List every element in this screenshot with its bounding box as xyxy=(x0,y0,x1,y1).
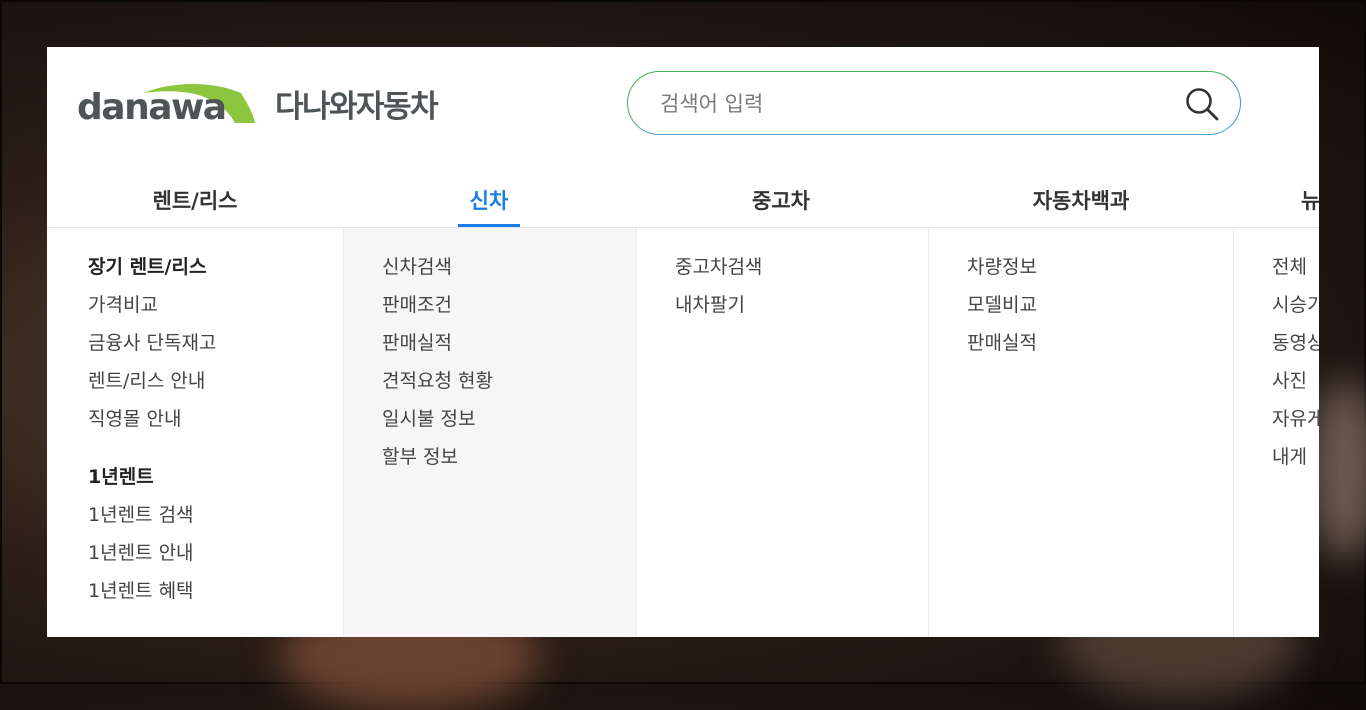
dropdown-item[interactable]: 견적요청 현황 xyxy=(382,362,636,400)
nav-tab-new-car[interactable]: 신차 xyxy=(458,173,520,228)
dropdown-item[interactable]: 1년렌트 검색 xyxy=(88,496,343,534)
nav-tab-car-encyclopedia[interactable]: 자동차백과 xyxy=(981,173,1181,227)
danawa-menu-panel: danawa 다나와자동차 렌트/리스 신차 중고차 자동차백과 뉴 xyxy=(47,47,1319,637)
dropdown-item[interactable]: 자유게 xyxy=(1272,400,1319,438)
nav-tab-label: 신차 xyxy=(469,189,509,213)
logo-wordmark: danawa xyxy=(77,87,227,128)
dropdown-column-new-car: 신차검색 판매조건 판매실적 견적요청 현황 일시불 정보 할부 정보 xyxy=(344,228,637,637)
search-box xyxy=(627,71,1241,135)
dropdown-item[interactable]: 1년렌트 안내 xyxy=(88,534,343,572)
dropdown-item[interactable]: 신차검색 xyxy=(382,248,636,286)
dropdown-item[interactable]: 직영몰 안내 xyxy=(88,400,343,438)
dropdown-group: 차량정보 모델비교 판매실적 xyxy=(967,248,1233,362)
dropdown-column-used-car: 중고차검색 내차팔기 xyxy=(637,228,929,637)
dropdown-item[interactable]: 판매실적 xyxy=(967,324,1233,362)
dropdown-item[interactable]: 렌트/리스 안내 xyxy=(88,362,343,400)
dropdown-item[interactable]: 모델비교 xyxy=(967,286,1233,324)
dropdown-item[interactable]: 동영상 xyxy=(1272,324,1319,362)
dropdown-item[interactable]: 내차팔기 xyxy=(675,286,928,324)
main-nav: 렌트/리스 신차 중고차 자동차백과 뉴 xyxy=(47,173,1319,228)
dropdown-column-car-encyclopedia: 차량정보 모델비교 판매실적 xyxy=(929,228,1234,637)
dropdown-item[interactable]: 판매실적 xyxy=(382,324,636,362)
dropdown-column-news: 전체 시승기 동영상 사진 자유게 내게 xyxy=(1234,228,1319,637)
danawa-logo[interactable]: danawa 다나와자동차 xyxy=(77,83,477,128)
dropdown-group: 신차검색 판매조건 판매실적 견적요청 현황 일시불 정보 할부 정보 xyxy=(382,248,636,476)
dropdown-item[interactable]: 전체 xyxy=(1272,248,1319,286)
nav-tab-label: 렌트/리스 xyxy=(152,189,238,213)
dropdown-item[interactable]: 중고차검색 xyxy=(675,248,928,286)
dropdown-item[interactable]: 시승기 xyxy=(1272,286,1319,324)
nav-tab-label: 중고차 xyxy=(752,189,810,213)
dropdown-group: 장기 렌트/리스 가격비교 금융사 단독재고 렌트/리스 안내 직영몰 안내 xyxy=(88,248,343,438)
dropdown-item[interactable]: 금융사 단독재고 xyxy=(88,324,343,362)
dropdown-item[interactable]: 1년렌트 혜택 xyxy=(88,572,343,610)
dropdown-heading[interactable]: 1년렌트 xyxy=(88,458,343,496)
dropdown-column-rent-lease: 장기 렌트/리스 가격비교 금융사 단독재고 렌트/리스 안내 직영몰 안내 1… xyxy=(47,228,344,637)
search-button[interactable] xyxy=(1184,86,1220,122)
dropdown-item[interactable]: 가격비교 xyxy=(88,286,343,324)
nav-tab-label: 자동차백과 xyxy=(1032,189,1130,213)
dropdown-heading[interactable]: 장기 렌트/리스 xyxy=(88,248,343,286)
dropdown-item[interactable]: 판매조건 xyxy=(382,286,636,324)
dropdown-group: 중고차검색 내차팔기 xyxy=(675,248,928,324)
nav-tab-label: 뉴 xyxy=(1301,189,1319,213)
nav-tab-news[interactable]: 뉴 xyxy=(1301,173,1319,227)
dropdown-item[interactable]: 차량정보 xyxy=(967,248,1233,286)
dropdown-group: 전체 시승기 동영상 사진 자유게 내게 xyxy=(1272,248,1319,476)
site-name: 다나와자동차 xyxy=(275,88,439,125)
dropdown-group: 1년렌트 1년렌트 검색 1년렌트 안내 1년렌트 혜택 xyxy=(88,458,343,610)
dropdown-item[interactable]: 일시불 정보 xyxy=(382,400,636,438)
search-input[interactable] xyxy=(658,86,1162,122)
nav-tab-rent-lease[interactable]: 렌트/리스 xyxy=(97,173,293,227)
logo-mark: danawa xyxy=(77,83,257,128)
dropdown-item[interactable]: 내게 xyxy=(1272,438,1319,476)
dropdown-item[interactable]: 할부 정보 xyxy=(382,438,636,476)
search-icon xyxy=(1186,88,1219,121)
nav-tab-used-car[interactable]: 중고차 xyxy=(681,173,881,227)
dropdown-item[interactable]: 사진 xyxy=(1272,362,1319,400)
